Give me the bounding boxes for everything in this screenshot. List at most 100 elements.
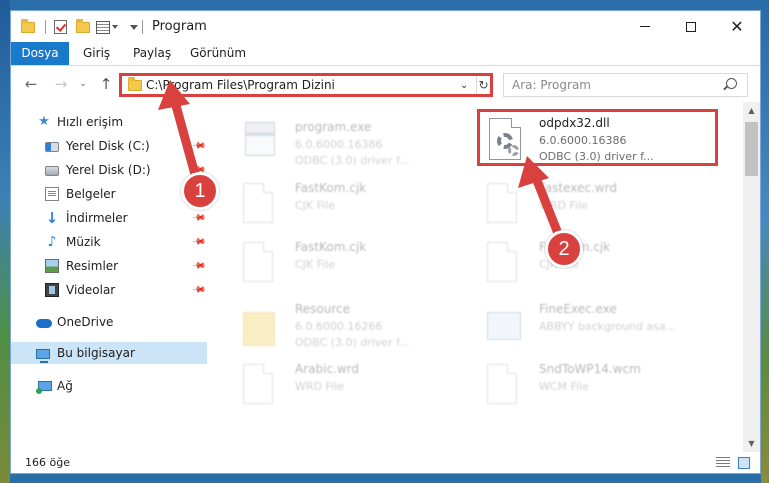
file-item[interactable]: FastKom.cjk CJK File (481, 236, 726, 294)
sidebar-item-label: Videolar (66, 283, 116, 297)
rename-icon[interactable] (96, 18, 118, 36)
window-title: Program (152, 19, 207, 34)
pin-icon[interactable]: 📌 (191, 210, 206, 225)
sidebar-item-label: Yerel Disk (D:) (66, 163, 151, 177)
sidebar-item-local-disk-c[interactable]: Yerel Disk (C:) 📌 (11, 135, 207, 157)
document-icon (487, 183, 517, 223)
address-dropdown-icon[interactable]: ⌄ (460, 80, 468, 91)
sidebar-item-label: Hızlı erişim (57, 115, 124, 129)
download-icon: ↓ (45, 209, 59, 227)
tab-share[interactable]: Paylaş (133, 42, 171, 65)
annotation-badge-2: 2 (545, 230, 583, 268)
sidebar-item-label: Müzik (66, 235, 101, 249)
sidebar-item-label: Resimler (66, 259, 119, 273)
up-button[interactable]: ↑ (96, 74, 116, 94)
back-button[interactable]: ← (21, 74, 41, 94)
sidebar-item-quick-access[interactable]: ★ Hızlı erişim (11, 111, 207, 133)
sidebar-item-network[interactable]: Ağ (11, 375, 207, 397)
sidebar-item-onedrive[interactable]: OneDrive (11, 311, 207, 333)
file-item[interactable]: FastKom.cjk CJK File (237, 177, 482, 235)
tab-file[interactable]: Dosya (11, 42, 69, 65)
document-icon (487, 364, 517, 404)
refresh-button[interactable]: ↻ (476, 76, 490, 94)
sidebar-item-this-pc[interactable]: Bu bilgisayar (11, 342, 207, 364)
file-explorer-window: Program ✕ Dosya Giriş Paylaş Görünüm ← →… (10, 10, 761, 474)
documents-icon (45, 187, 59, 201)
refresh-icon: ↻ (478, 78, 489, 92)
file-highlight-box (477, 109, 718, 166)
sidebar-item-label: Bu bilgisayar (57, 346, 135, 360)
maximize-icon (686, 21, 696, 32)
file-item[interactable]: program.exe 6.0.6000.16386 ODBC (3.0) dr… (237, 116, 482, 174)
desktop-background-left (0, 0, 10, 483)
file-detail: ODBC (3.0) driver f... (295, 154, 410, 167)
folder-icon (243, 312, 275, 346)
minimize-icon (640, 26, 650, 27)
file-item[interactable]: Arabic.wrd WRD File (237, 358, 482, 416)
sidebar-item-music[interactable]: ♪ Müzik 📌 (11, 231, 207, 253)
search-icon[interactable] (726, 78, 737, 89)
pin-icon[interactable]: 📌 (191, 258, 206, 273)
navigation-bar: ← → ⌄ ↑ C:\Program Files\Program Dizini … (11, 66, 760, 102)
large-icons-view-icon[interactable] (738, 457, 750, 469)
tab-home[interactable]: Giriş (83, 42, 110, 65)
file-detail: ABBYY background asa... (539, 320, 677, 333)
details-view-icon[interactable] (716, 457, 730, 469)
search-input[interactable]: Ara: Program (512, 78, 591, 92)
file-name: Arabic.wrd (295, 362, 360, 376)
maximize-button[interactable] (668, 11, 714, 42)
video-icon (45, 283, 59, 297)
title-bar: Program ✕ (11, 11, 760, 42)
chevron-down-icon: ⌄ (79, 79, 87, 89)
file-item[interactable]: FastKom.cjk CJK File (237, 236, 482, 294)
new-folder-icon[interactable] (76, 18, 90, 36)
forward-button[interactable]: → (51, 74, 71, 94)
close-icon: ✕ (730, 17, 744, 36)
pin-icon[interactable]: 📌 (191, 234, 206, 249)
address-path[interactable]: C:\Program Files\Program Dizini (146, 78, 335, 92)
application-icon (487, 312, 521, 340)
computer-icon (36, 348, 50, 363)
scroll-thumb[interactable] (745, 122, 758, 176)
vertical-scrollbar[interactable]: ▲ ▼ (743, 102, 760, 452)
back-arrow-icon: ← (24, 75, 38, 93)
drive-icon (45, 166, 59, 176)
item-count: 166 öğe (25, 456, 70, 469)
properties-check-icon[interactable] (54, 18, 67, 36)
sidebar-item-local-disk-d[interactable]: Yerel Disk (D:) 📌 (11, 159, 207, 181)
pin-icon[interactable]: 📌 (191, 282, 206, 297)
address-folder-icon (128, 77, 142, 91)
file-item[interactable]: SndToWP14.wcm WCM File (481, 358, 726, 416)
tab-view[interactable]: Görünüm (190, 42, 246, 65)
sidebar-item-pictures[interactable]: Resimler 📌 (11, 255, 207, 277)
sidebar-item-videos[interactable]: Videolar 📌 (11, 279, 207, 301)
address-bar[interactable]: C:\Program Files\Program Dizini ⌄ ↻ (119, 73, 493, 97)
sidebar-item-label: OneDrive (57, 315, 114, 329)
file-detail: 6.0.6000.16266 (295, 320, 383, 333)
file-item[interactable]: FineExec.exe ABBYY background asa... (481, 298, 726, 356)
recent-locations-button[interactable]: ⌄ (77, 74, 89, 94)
file-detail: CJK File (295, 199, 336, 212)
sidebar-item-downloads[interactable]: ↓ İndirmeler 📌 (11, 207, 207, 229)
drive-icon (45, 142, 59, 152)
file-detail: ODBC (3.0) driver f... (295, 336, 410, 349)
sidebar-item-documents[interactable]: Belgeler 📌 (11, 183, 207, 205)
customize-toolbar-chevron-icon[interactable] (128, 18, 138, 36)
scroll-down-icon[interactable]: ▼ (743, 435, 760, 452)
file-item[interactable]: Resource 6.0.6000.16266 ODBC (3.0) drive… (237, 298, 482, 356)
file-detail: WRD File (295, 380, 344, 393)
status-bar: 166 öğe (11, 452, 760, 473)
navigation-pane: ★ Hızlı erişim Yerel Disk (C:) 📌 Yerel D… (11, 102, 207, 452)
file-item[interactable]: Fastexec.wrd WRD File (481, 177, 726, 235)
search-box[interactable]: Ara: Program (503, 73, 748, 97)
title-separator (142, 20, 143, 34)
close-button[interactable]: ✕ (714, 11, 760, 42)
sidebar-item-label: Belgeler (66, 187, 116, 201)
file-name: program.exe (295, 120, 372, 134)
desktop-background-right (761, 0, 769, 483)
scroll-up-icon[interactable]: ▲ (743, 102, 760, 119)
minimize-button[interactable] (622, 11, 668, 42)
pin-icon[interactable]: 📌 (191, 138, 206, 153)
ribbon-tabs: Dosya Giriş Paylaş Görünüm (11, 42, 760, 66)
window-folder-icon (21, 18, 37, 36)
